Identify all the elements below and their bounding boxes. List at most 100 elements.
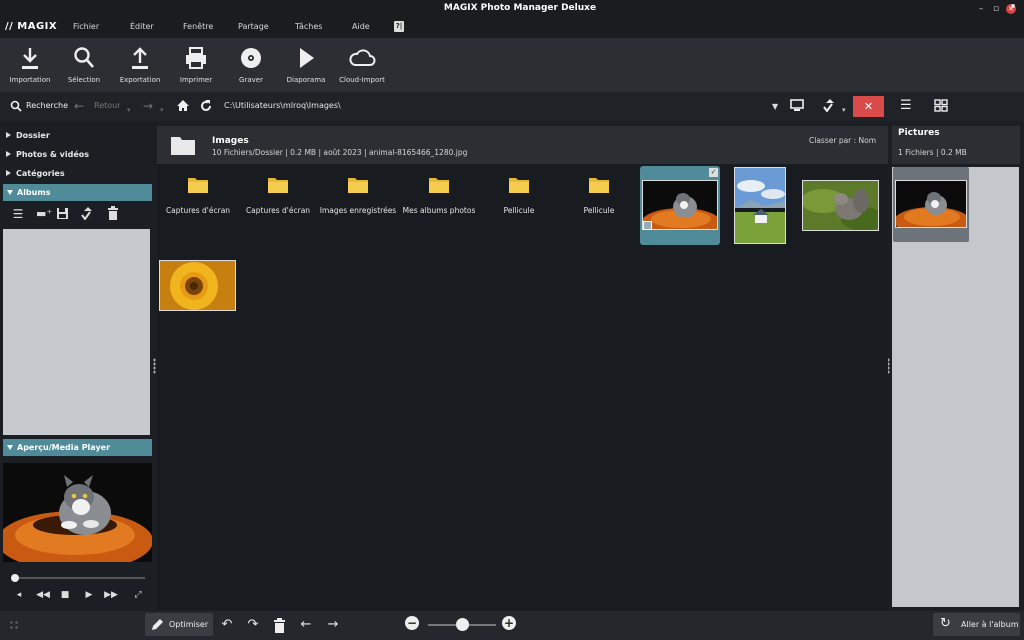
maximize-icon[interactable]: ▫ <box>991 4 1001 14</box>
grid-view-icon[interactable] <box>934 99 948 112</box>
folder-item[interactable]: Images enregistrées <box>318 176 398 215</box>
print-label: Imprimer <box>179 76 213 84</box>
photo-marker-icon <box>643 221 652 230</box>
folder-item[interactable]: Captures d'écran <box>238 176 318 215</box>
minimize-icon[interactable]: – <box>976 4 986 14</box>
volume-icon[interactable]: ◂ <box>12 590 26 602</box>
zoom-slider-knob[interactable] <box>456 618 469 631</box>
section-albums-header[interactable]: Albums <box>3 184 152 201</box>
section-preview-header[interactable]: Aperçu/Media Player <box>3 439 152 456</box>
sort-dropdown-icon[interactable]: ▾ <box>842 106 846 114</box>
forward-dropdown-icon[interactable]: ▾ <box>160 106 164 114</box>
go-to-album-button[interactable]: ↻ Aller à l'album <box>933 613 1020 636</box>
slideshow-button[interactable]: Diaporama <box>276 46 336 84</box>
burn-label: Graver <box>239 76 263 84</box>
folder-label: Pellicule <box>503 206 535 215</box>
download-icon <box>22 48 38 69</box>
photo-thumbnail[interactable] <box>802 180 879 231</box>
cat-pumpkin-image <box>643 181 717 229</box>
left-splitter-grip[interactable] <box>153 358 156 374</box>
folder-item[interactable]: Pellicule <box>479 176 559 215</box>
pictures-info: 1 Fichiers | 0.2 MB <box>898 148 967 157</box>
section-dossier-label: Dossier <box>16 131 50 140</box>
back-dropdown-icon[interactable]: ▾ <box>127 106 131 114</box>
zoom-out-icon[interactable]: − <box>405 616 419 630</box>
menu-taches[interactable]: Tâches <box>295 22 322 31</box>
search-button[interactable]: Recherche <box>26 101 68 110</box>
selection-checkbox[interactable]: ✓ <box>709 168 718 177</box>
import-label: Importation <box>9 76 51 84</box>
pictures-title: Pictures <box>898 128 940 138</box>
album-list-icon[interactable]: ☰ <box>11 207 25 221</box>
pictures-item-thumbnail[interactable] <box>895 180 967 228</box>
menu-fenetre[interactable]: Fenêtre <box>183 22 213 31</box>
path-field[interactable]: C:\Utilisateurs\mlroq\Images\ <box>224 101 341 110</box>
delete-album-icon[interactable] <box>107 206 119 220</box>
photo-thumbnail[interactable] <box>642 180 718 230</box>
redo-icon[interactable]: ↷ <box>245 617 261 633</box>
back-arrow-icon[interactable]: ← <box>74 99 84 113</box>
collapse-triangle-icon <box>7 445 13 450</box>
back-button[interactable]: Retour <box>94 101 121 110</box>
media-preview <box>3 463 152 562</box>
refresh-icon[interactable] <box>199 98 213 113</box>
cloud-icon <box>349 49 376 66</box>
photo-thumbnail[interactable] <box>734 167 786 244</box>
menu-aide[interactable]: Aide <box>352 22 370 31</box>
playback-scrubber-knob[interactable] <box>11 574 19 582</box>
search-small-icon[interactable] <box>10 100 22 112</box>
section-dossier[interactable]: Dossier <box>6 131 50 140</box>
cloud-import-button[interactable]: Cloud-Import <box>332 46 392 84</box>
folder-item[interactable]: Pellicule <box>559 176 639 215</box>
menu-fichier[interactable]: Fichier <box>73 22 99 31</box>
folder-title: Images <box>212 136 249 146</box>
previous-arrow-icon[interactable]: ← <box>298 617 314 633</box>
optimise-button[interactable]: Optimiser <box>145 613 213 636</box>
export-button[interactable]: Exportation <box>110 46 170 84</box>
forward-arrow-icon[interactable]: → <box>143 99 153 113</box>
stop-icon[interactable]: ■ <box>58 590 72 602</box>
zoom-in-icon[interactable]: + <box>502 616 516 630</box>
slideshow-label: Diaporama <box>286 76 326 84</box>
path-dropdown-icon[interactable]: ▼ <box>772 102 778 111</box>
home-icon[interactable] <box>176 99 190 112</box>
expand-triangle-icon <box>6 132 11 138</box>
selection-button[interactable]: Sélection <box>54 46 114 84</box>
new-album-folder-icon[interactable]: ▬⁺ <box>36 207 52 221</box>
delete-icon[interactable] <box>273 618 286 633</box>
fullscreen-icon[interactable]: ⤢ <box>131 590 145 602</box>
sort-by-label[interactable]: Classer par : Nom <box>809 136 876 145</box>
folder-item[interactable]: Mes albums photos <box>399 176 479 215</box>
list-view-icon[interactable]: ☰ <box>900 98 912 113</box>
help-icon[interactable]: ?| <box>394 21 404 32</box>
undo-icon[interactable]: ↶ <box>219 617 235 633</box>
sort-album-icon[interactable] <box>80 206 96 220</box>
close-view-button[interactable]: ✕ <box>853 96 884 117</box>
folder-icon <box>268 178 288 193</box>
album-list[interactable] <box>3 229 150 435</box>
folder-item[interactable]: Captures d'écran <box>158 176 238 215</box>
drag-handle-icon[interactable] <box>9 620 19 630</box>
albums-label: Albums <box>17 188 51 197</box>
collapse-triangle-icon <box>7 190 13 195</box>
import-button[interactable]: Importation <box>0 46 60 84</box>
folder-info-bar <box>157 126 888 164</box>
photo-thumbnail[interactable] <box>159 260 236 311</box>
sort-icon[interactable] <box>822 98 838 112</box>
printer-icon <box>186 47 206 69</box>
next-arrow-icon[interactable]: → <box>325 617 341 633</box>
menu-editer[interactable]: Éditer <box>130 22 154 31</box>
menu-partage[interactable]: Partage <box>238 22 269 31</box>
play-small-icon[interactable]: ▶ <box>82 590 96 602</box>
burn-button[interactable]: Graver <box>221 46 281 84</box>
fast-forward-icon[interactable]: ▶▶ <box>104 590 118 602</box>
rewind-icon[interactable]: ◀◀ <box>36 590 50 602</box>
folder-label: Pellicule <box>583 206 615 215</box>
section-categories-label: Catégories <box>16 169 65 178</box>
monitor-icon[interactable] <box>790 99 804 112</box>
section-photos-videos[interactable]: Photos & vidéos <box>6 150 89 159</box>
section-categories[interactable]: Catégories <box>6 169 65 178</box>
print-button[interactable]: Imprimer <box>166 46 226 84</box>
save-album-icon[interactable] <box>56 207 69 220</box>
playback-scrubber-track[interactable] <box>12 577 145 579</box>
